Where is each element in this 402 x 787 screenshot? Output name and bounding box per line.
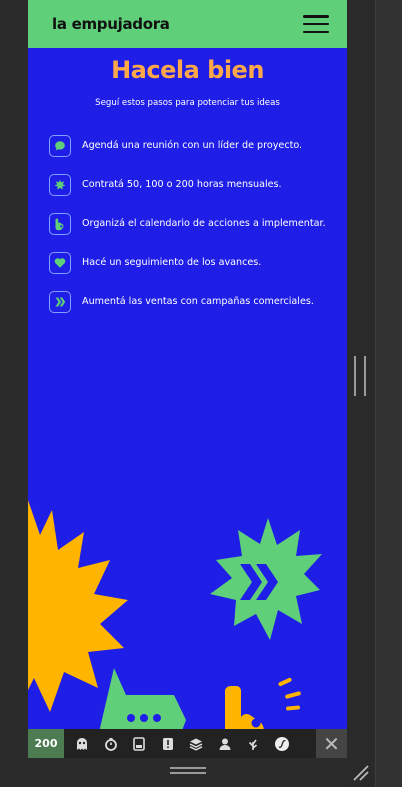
site-header: la empujadora (28, 0, 347, 48)
step-text: Contratá 50, 100 o 200 horas mensuales. (82, 179, 282, 190)
decorative-illustration (28, 500, 322, 752)
alert-icon[interactable] (154, 729, 183, 758)
bottom-resize-handle[interactable] (170, 767, 206, 775)
green-star-badge (210, 518, 322, 640)
site-logo[interactable]: la empujadora (52, 15, 170, 33)
steps-list: Agendá una reunión con un líder de proye… (49, 126, 339, 321)
step-item: Organizá el calendario de acciones a imp… (49, 204, 339, 243)
resize-handle[interactable] (354, 356, 366, 396)
step-item: Hacé un seguimiento de los avances. (49, 243, 339, 282)
wheat-icon[interactable] (239, 729, 268, 758)
ok-hand-icon (49, 212, 71, 235)
status-badge[interactable]: 200 (28, 729, 64, 758)
panel-divider (375, 0, 376, 787)
left-gutter (0, 0, 28, 787)
step-text: Hacé un seguimiento de los avances. (82, 257, 262, 268)
debug-toolbar: 200 ✕ (28, 729, 347, 758)
step-text: Organizá el calendario de acciones a imp… (82, 218, 326, 229)
step-text: Aumentá las ventas con campañas comercia… (82, 296, 314, 307)
step-item: Contratá 50, 100 o 200 horas mensuales. (49, 165, 339, 204)
step-text: Agendá una reunión con un líder de proye… (82, 140, 303, 151)
hamburger-menu-icon[interactable] (303, 15, 329, 33)
mobile-viewport: la empujadora Hacela bien Seguí estos pa… (28, 0, 347, 758)
close-button[interactable]: ✕ (316, 729, 347, 758)
page-title: Hacela bien (111, 56, 264, 84)
page-subtitle: Seguí estos pasos para potenciar tus ide… (95, 98, 280, 108)
corner-resize-icon[interactable] (352, 764, 370, 782)
step-item: Aumentá las ventas con campañas comercia… (49, 282, 339, 321)
database-icon[interactable] (125, 729, 154, 758)
ghost-icon[interactable] (68, 729, 97, 758)
debug-tools (64, 729, 316, 758)
star-burst-icon (49, 173, 71, 196)
heart-icon (49, 251, 71, 274)
user-icon[interactable] (211, 729, 240, 758)
double-chevron-icon (49, 290, 71, 313)
layers-icon[interactable] (182, 729, 211, 758)
symfony-icon[interactable] (268, 729, 297, 758)
step-item: Agendá una reunión con un líder de proye… (49, 126, 339, 165)
timer-icon[interactable] (97, 729, 126, 758)
chat-bubble-icon (49, 134, 71, 157)
